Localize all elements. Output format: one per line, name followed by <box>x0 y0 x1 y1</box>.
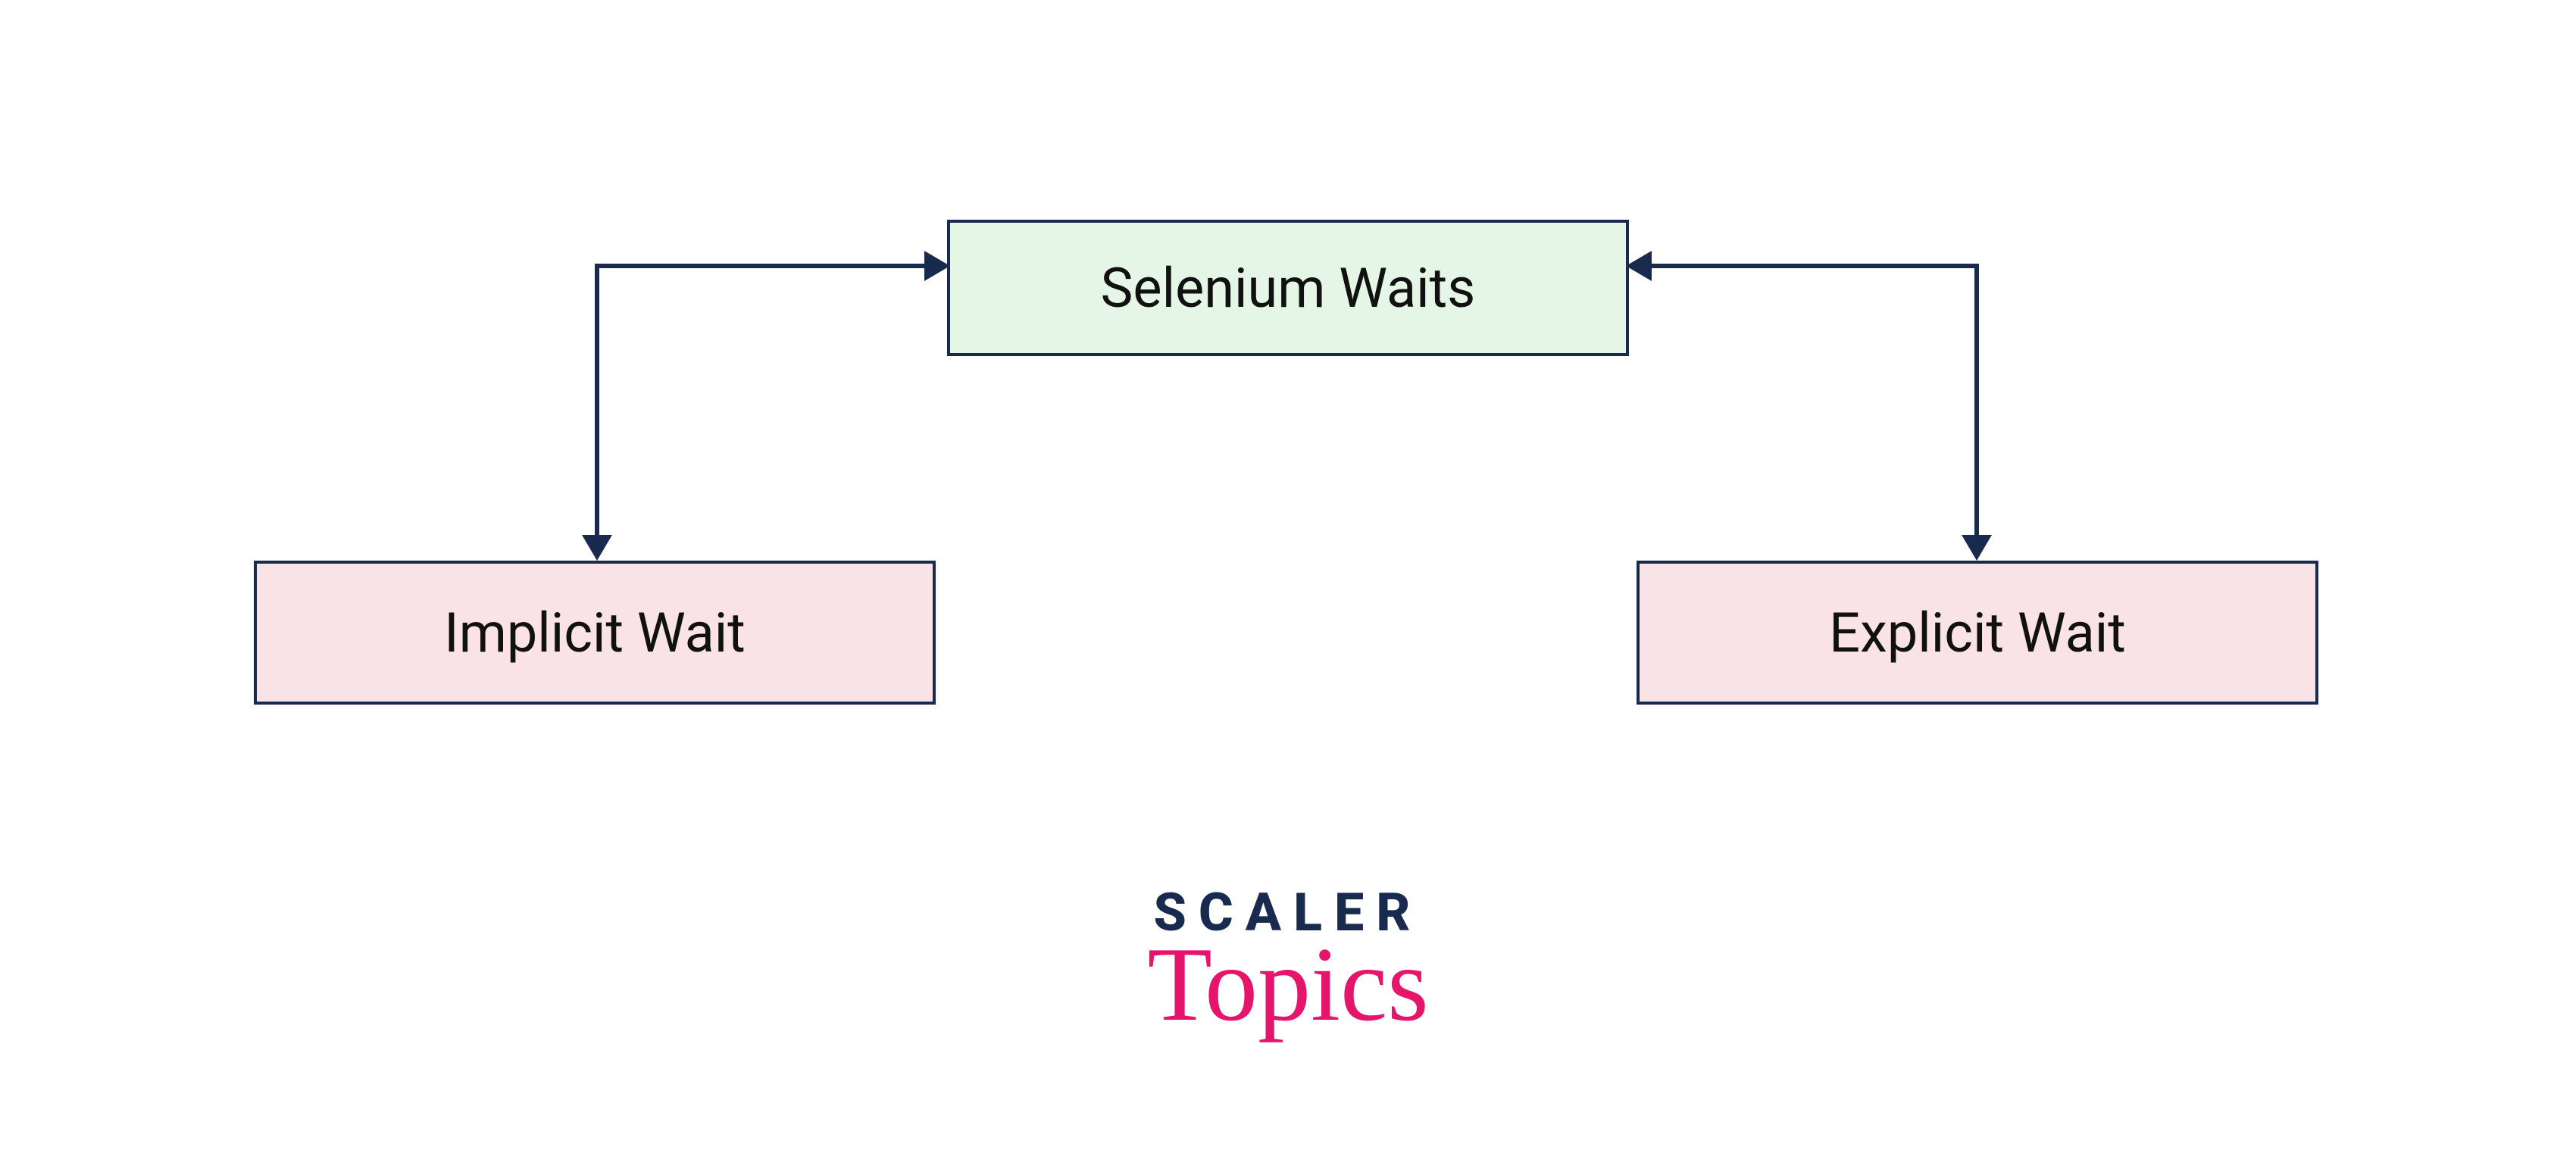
connector-horizontal-right <box>1652 264 1979 268</box>
arrow-into-right-child <box>1962 535 1992 561</box>
arrow-into-root-left <box>924 251 950 281</box>
root-node-label: Selenium Waits <box>1101 256 1476 320</box>
connector-horizontal-left <box>595 264 924 268</box>
connector-vertical-right <box>1974 264 1979 536</box>
diagram-canvas: Selenium Waits Implicit Wait Explicit Wa… <box>0 0 2576 1169</box>
brand-logo: SCALER Topics <box>1147 886 1428 1027</box>
child-node-label-left: Implicit Wait <box>444 601 746 665</box>
child-node-implicit-wait: Implicit Wait <box>254 561 936 705</box>
child-node-label-right: Explicit Wait <box>1829 601 2126 665</box>
brand-line2: Topics <box>1147 942 1428 1027</box>
connector-vertical-left <box>595 264 599 536</box>
root-node-selenium-waits: Selenium Waits <box>947 220 1629 356</box>
arrow-into-left-child <box>582 535 612 561</box>
child-node-explicit-wait: Explicit Wait <box>1637 561 2318 705</box>
arrow-into-root-right <box>1626 251 1652 281</box>
